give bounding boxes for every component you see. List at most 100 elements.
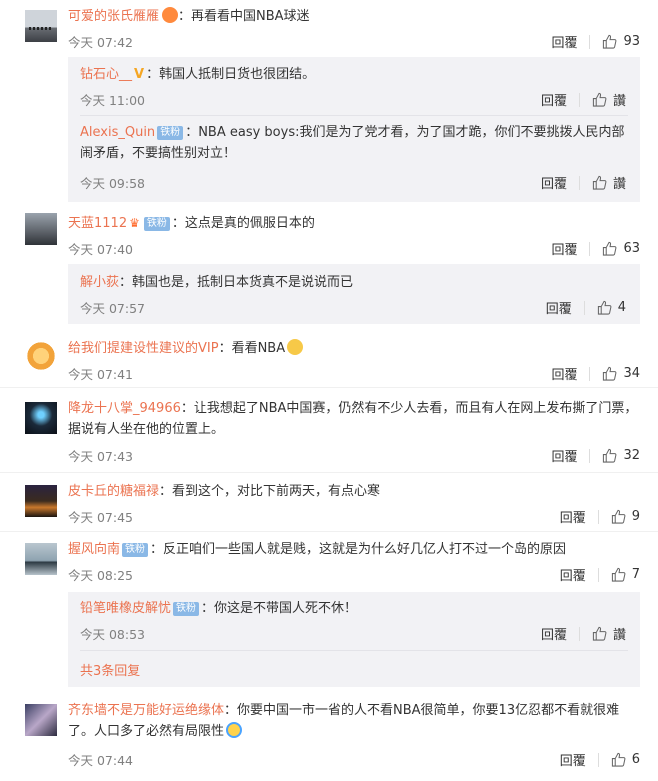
divider bbox=[578, 626, 580, 641]
divider bbox=[0, 531, 658, 532]
divider bbox=[80, 115, 628, 116]
user-name[interactable]: Alexis_Quin bbox=[80, 125, 155, 140]
fan-badge: 铁粉 bbox=[173, 602, 200, 616]
divider bbox=[0, 472, 658, 473]
comment-item: 皮卡丘的糖福禄：看到这个，对比下前两天，有点心寒 今天 07:45 回覆 9 bbox=[0, 475, 658, 530]
user-name[interactable]: 解小荻 bbox=[80, 275, 119, 290]
like-label: 讚 bbox=[612, 177, 626, 192]
reply-button[interactable]: 回覆 bbox=[551, 446, 577, 465]
thumbs-up-icon bbox=[592, 92, 607, 107]
timestamp: 今天 07:42 bbox=[68, 35, 133, 50]
more-replies-link[interactable]: 共3条回复 bbox=[80, 660, 140, 679]
reply-box: 铅笔唯橡皮解忧 铁粉 ：你这是不带国人死不休！ 今天 08:53 回覆 讚 共3条回… bbox=[68, 592, 640, 687]
like-button[interactable]: 讚 bbox=[592, 624, 626, 643]
reply-text: 钻石心__ V ：韩国人抵制日货也很团结。 bbox=[80, 64, 628, 85]
timestamp: 今天 07:40 bbox=[68, 242, 133, 257]
thumbs-up-icon bbox=[592, 626, 607, 641]
reply-button[interactable]: 回覆 bbox=[551, 32, 577, 51]
avatar[interactable] bbox=[25, 485, 57, 517]
comment-item: 降龙十八掌_94966：让我想起了NBA中国赛，仍然有不少人去看，而且有人在网上… bbox=[0, 390, 658, 470]
user-name[interactable]: 给我们提建设性建议的VIP bbox=[68, 341, 219, 356]
timestamp: 今天 09:58 bbox=[80, 176, 145, 191]
reply-button[interactable]: 回覆 bbox=[560, 565, 586, 584]
reply-button[interactable]: 回覆 bbox=[560, 507, 586, 526]
divider bbox=[589, 366, 591, 381]
timestamp: 今天 07:43 bbox=[68, 449, 133, 464]
like-button[interactable]: 9 bbox=[611, 509, 640, 524]
thumbs-up-icon bbox=[611, 509, 626, 524]
like-count: 9 bbox=[631, 509, 640, 524]
crown-icon: ♛ bbox=[129, 216, 140, 230]
reply-button[interactable]: 回覆 bbox=[541, 624, 567, 643]
thumbs-up-icon bbox=[603, 448, 617, 463]
divider bbox=[597, 509, 599, 524]
like-count: 4 bbox=[617, 300, 626, 315]
reply-button[interactable]: 回覆 bbox=[551, 239, 577, 258]
reply-text: 解小荻：韩国也是，抵制日本货真不是说说而已 bbox=[80, 272, 628, 293]
like-button[interactable]: 32 bbox=[602, 448, 640, 463]
reply-text: 铅笔唯橡皮解忧 铁粉 ：你这是不带国人死不休！ bbox=[80, 598, 628, 619]
avatar[interactable] bbox=[25, 213, 57, 245]
reply-button[interactable]: 回覆 bbox=[541, 173, 567, 192]
comment-item: 握风向南 铁粉 ：反正咱们一些国人就是贱，这就是为什么好几亿人打不过一个岛的原因 今… bbox=[0, 533, 658, 588]
comment-actions: 回覆 6 bbox=[560, 750, 640, 769]
divider bbox=[583, 300, 585, 315]
user-name[interactable]: 可爱的张氏雁雁 bbox=[68, 9, 159, 24]
user-name[interactable]: 钻石心__ bbox=[80, 67, 132, 82]
divider bbox=[589, 448, 591, 463]
like-count: 6 bbox=[631, 752, 640, 767]
like-button[interactable]: 34 bbox=[602, 366, 640, 381]
reply-box: 钻石心__ V ：韩国人抵制日货也很团结。 今天 11:00 回覆 讚 Alexis… bbox=[68, 57, 640, 202]
comment-body: ：看到这个，对比下前两天，有点心寒 bbox=[159, 484, 381, 499]
comment-text: 握风向南 铁粉 ：反正咱们一些国人就是贱，这就是为什么好几亿人打不过一个岛的原因 bbox=[68, 539, 640, 560]
like-count: 63 bbox=[623, 241, 640, 256]
like-button[interactable]: 讚 bbox=[592, 90, 626, 109]
emoji-icon bbox=[287, 339, 304, 355]
user-name[interactable]: 天蓝1112 bbox=[68, 216, 127, 231]
timestamp: 今天 07:41 bbox=[68, 367, 133, 382]
like-count: 7 bbox=[631, 567, 640, 582]
thumbs-up-icon bbox=[603, 366, 617, 381]
comment-body: ：这点是真的佩服日本的 bbox=[171, 216, 315, 231]
avatar[interactable] bbox=[25, 704, 57, 736]
comment-item: 齐东墙不是万能好运绝缘体：你要中国一市一省的人不看NBA很简单，你要13亿忍都不… bbox=[0, 692, 658, 781]
reply-actions: 回覆 讚 bbox=[541, 624, 626, 643]
divider bbox=[597, 752, 599, 767]
thumbs-up-icon bbox=[611, 567, 626, 582]
user-name[interactable]: 齐东墙不是万能好运绝缘体 bbox=[68, 703, 224, 718]
timestamp: 今天 07:45 bbox=[68, 510, 133, 525]
user-name[interactable]: 降龙十八掌_94966 bbox=[68, 401, 181, 416]
user-name[interactable]: 皮卡丘的糖福禄 bbox=[68, 484, 159, 499]
comment-actions: 回覆 34 bbox=[551, 364, 640, 383]
fan-badge: 铁粉 bbox=[122, 543, 149, 557]
comment-item: 给我们提建设性建议的VIP：看看NBA 今天 07:41 回覆 34 bbox=[0, 330, 658, 385]
like-button[interactable]: 讚 bbox=[592, 173, 626, 192]
reply-button[interactable]: 回覆 bbox=[546, 298, 572, 317]
avatar[interactable] bbox=[25, 340, 57, 372]
reply-button[interactable]: 回覆 bbox=[560, 750, 586, 769]
timestamp: 今天 07:57 bbox=[80, 301, 145, 316]
comment-actions: 回覆 32 bbox=[551, 446, 640, 465]
avatar[interactable] bbox=[25, 543, 57, 575]
user-name[interactable]: 铅笔唯橡皮解忧 bbox=[80, 601, 171, 616]
comment-text: 齐东墙不是万能好运绝缘体：你要中国一市一省的人不看NBA很简单，你要13亿忍都不… bbox=[68, 700, 640, 742]
user-name[interactable]: 握风向南 bbox=[68, 542, 120, 557]
reply-button[interactable]: 回覆 bbox=[551, 364, 577, 383]
like-button[interactable]: 6 bbox=[611, 752, 640, 767]
avatar[interactable] bbox=[25, 402, 57, 434]
avatar[interactable] bbox=[25, 10, 57, 42]
comment-body: ：看看NBA bbox=[218, 341, 286, 356]
comment-actions: 回覆 7 bbox=[560, 565, 640, 584]
like-label: 讚 bbox=[612, 94, 626, 109]
reply-box: 解小荻：韩国也是，抵制日本货真不是说说而已 今天 07:57 回覆 4 bbox=[68, 264, 640, 324]
timestamp: 今天 08:25 bbox=[68, 568, 133, 583]
comment-body: ：反正咱们一些国人就是贱，这就是为什么好几亿人打不过一个岛的原因 bbox=[150, 542, 567, 557]
comment-actions: 回覆 93 bbox=[551, 32, 640, 51]
like-button[interactable]: 7 bbox=[611, 567, 640, 582]
reply-button[interactable]: 回覆 bbox=[541, 90, 567, 109]
comment-actions: 回覆 63 bbox=[551, 239, 640, 258]
like-button[interactable]: 93 bbox=[602, 34, 640, 49]
like-button[interactable]: 4 bbox=[597, 300, 626, 315]
like-button[interactable]: 63 bbox=[602, 241, 640, 256]
comment-item: 天蓝1112 ♛ 铁粉 ：这点是真的佩服日本的 今天 07:40 回覆 63 bbox=[0, 205, 658, 260]
